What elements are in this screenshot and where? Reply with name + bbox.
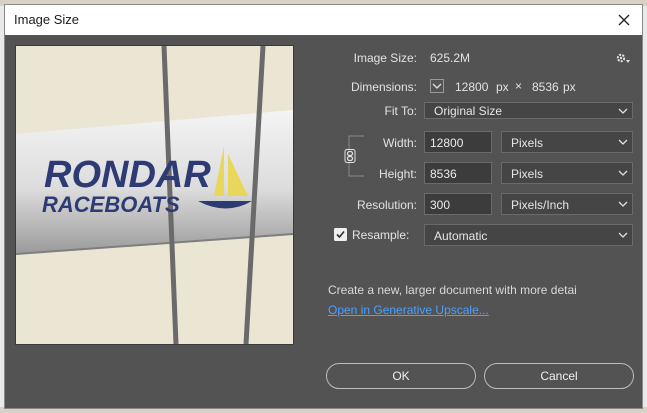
chain-link-icon (344, 149, 356, 163)
dimensions-times: × (515, 79, 523, 93)
height-unit-value: Pixels (511, 167, 544, 181)
resample-value: Automatic (434, 229, 488, 243)
dimensions-toggle[interactable] (430, 79, 444, 93)
resample-checkbox[interactable] (334, 228, 347, 241)
resolution-unit-value: Pixels/Inch (511, 198, 570, 212)
fit-to-label: Fit To: (384, 104, 417, 118)
width-unit-value: Pixels (511, 136, 544, 150)
fit-to-value: Original Size (434, 104, 503, 118)
dimensions-height-unit: px (563, 80, 576, 94)
width-label: Width: (382, 136, 417, 150)
image-preview[interactable]: RONDAR RACEBOATS (15, 45, 294, 345)
cancel-button[interactable]: Cancel (484, 363, 634, 389)
constrain-proportions-toggle[interactable] (344, 149, 356, 163)
chevron-down-icon (618, 170, 628, 176)
chevron-down-icon (618, 232, 628, 238)
height-input[interactable]: 8536 (424, 162, 492, 184)
fit-to-select[interactable]: Original Size (424, 102, 633, 119)
dialog-title: Image Size (14, 12, 80, 27)
gear-icon[interactable] (615, 51, 631, 65)
width-unit-select[interactable]: Pixels (501, 131, 633, 153)
chevron-down-icon (618, 108, 628, 114)
resample-label: Resample: (352, 228, 410, 242)
dimensions-width: 12800 (455, 80, 489, 94)
resample-select[interactable]: Automatic (424, 224, 633, 246)
height-unit-select[interactable]: Pixels (501, 162, 633, 184)
preview-image: RONDAR RACEBOATS (16, 46, 293, 344)
dimensions-height: 8536 (532, 80, 559, 94)
upscale-description: Create a new, larger document with more … (328, 283, 577, 297)
image-size-value: 625.2M (430, 51, 471, 65)
image-size-dialog: Image Size RONDAR RACEBOATS Image Size: … (4, 4, 643, 409)
ok-button[interactable]: OK (326, 363, 476, 389)
resolution-value: 300 (430, 198, 451, 212)
logo-line2: RACEBOATS (42, 192, 180, 217)
dimensions-label: Dimensions: (350, 80, 417, 94)
chevron-down-icon (430, 79, 444, 93)
title-bar: Image Size (5, 5, 642, 35)
generative-upscale-link[interactable]: Open in Generative Upscale... (328, 303, 489, 317)
chevron-down-icon (618, 139, 628, 145)
image-size-label: Image Size: (353, 51, 417, 65)
close-icon[interactable] (614, 10, 634, 30)
resolution-input[interactable]: 300 (424, 193, 492, 215)
dimensions-width-unit: px (496, 80, 509, 94)
chevron-down-icon (618, 201, 628, 207)
height-value: 8536 (430, 167, 457, 181)
width-value: 12800 (430, 136, 464, 150)
width-input[interactable]: 12800 (424, 131, 492, 153)
logo-line1: RONDAR (44, 154, 211, 196)
resolution-label: Resolution: (356, 198, 417, 212)
height-label: Height: (378, 167, 417, 181)
checkmark-icon (334, 228, 347, 241)
resolution-unit-select[interactable]: Pixels/Inch (501, 193, 633, 215)
